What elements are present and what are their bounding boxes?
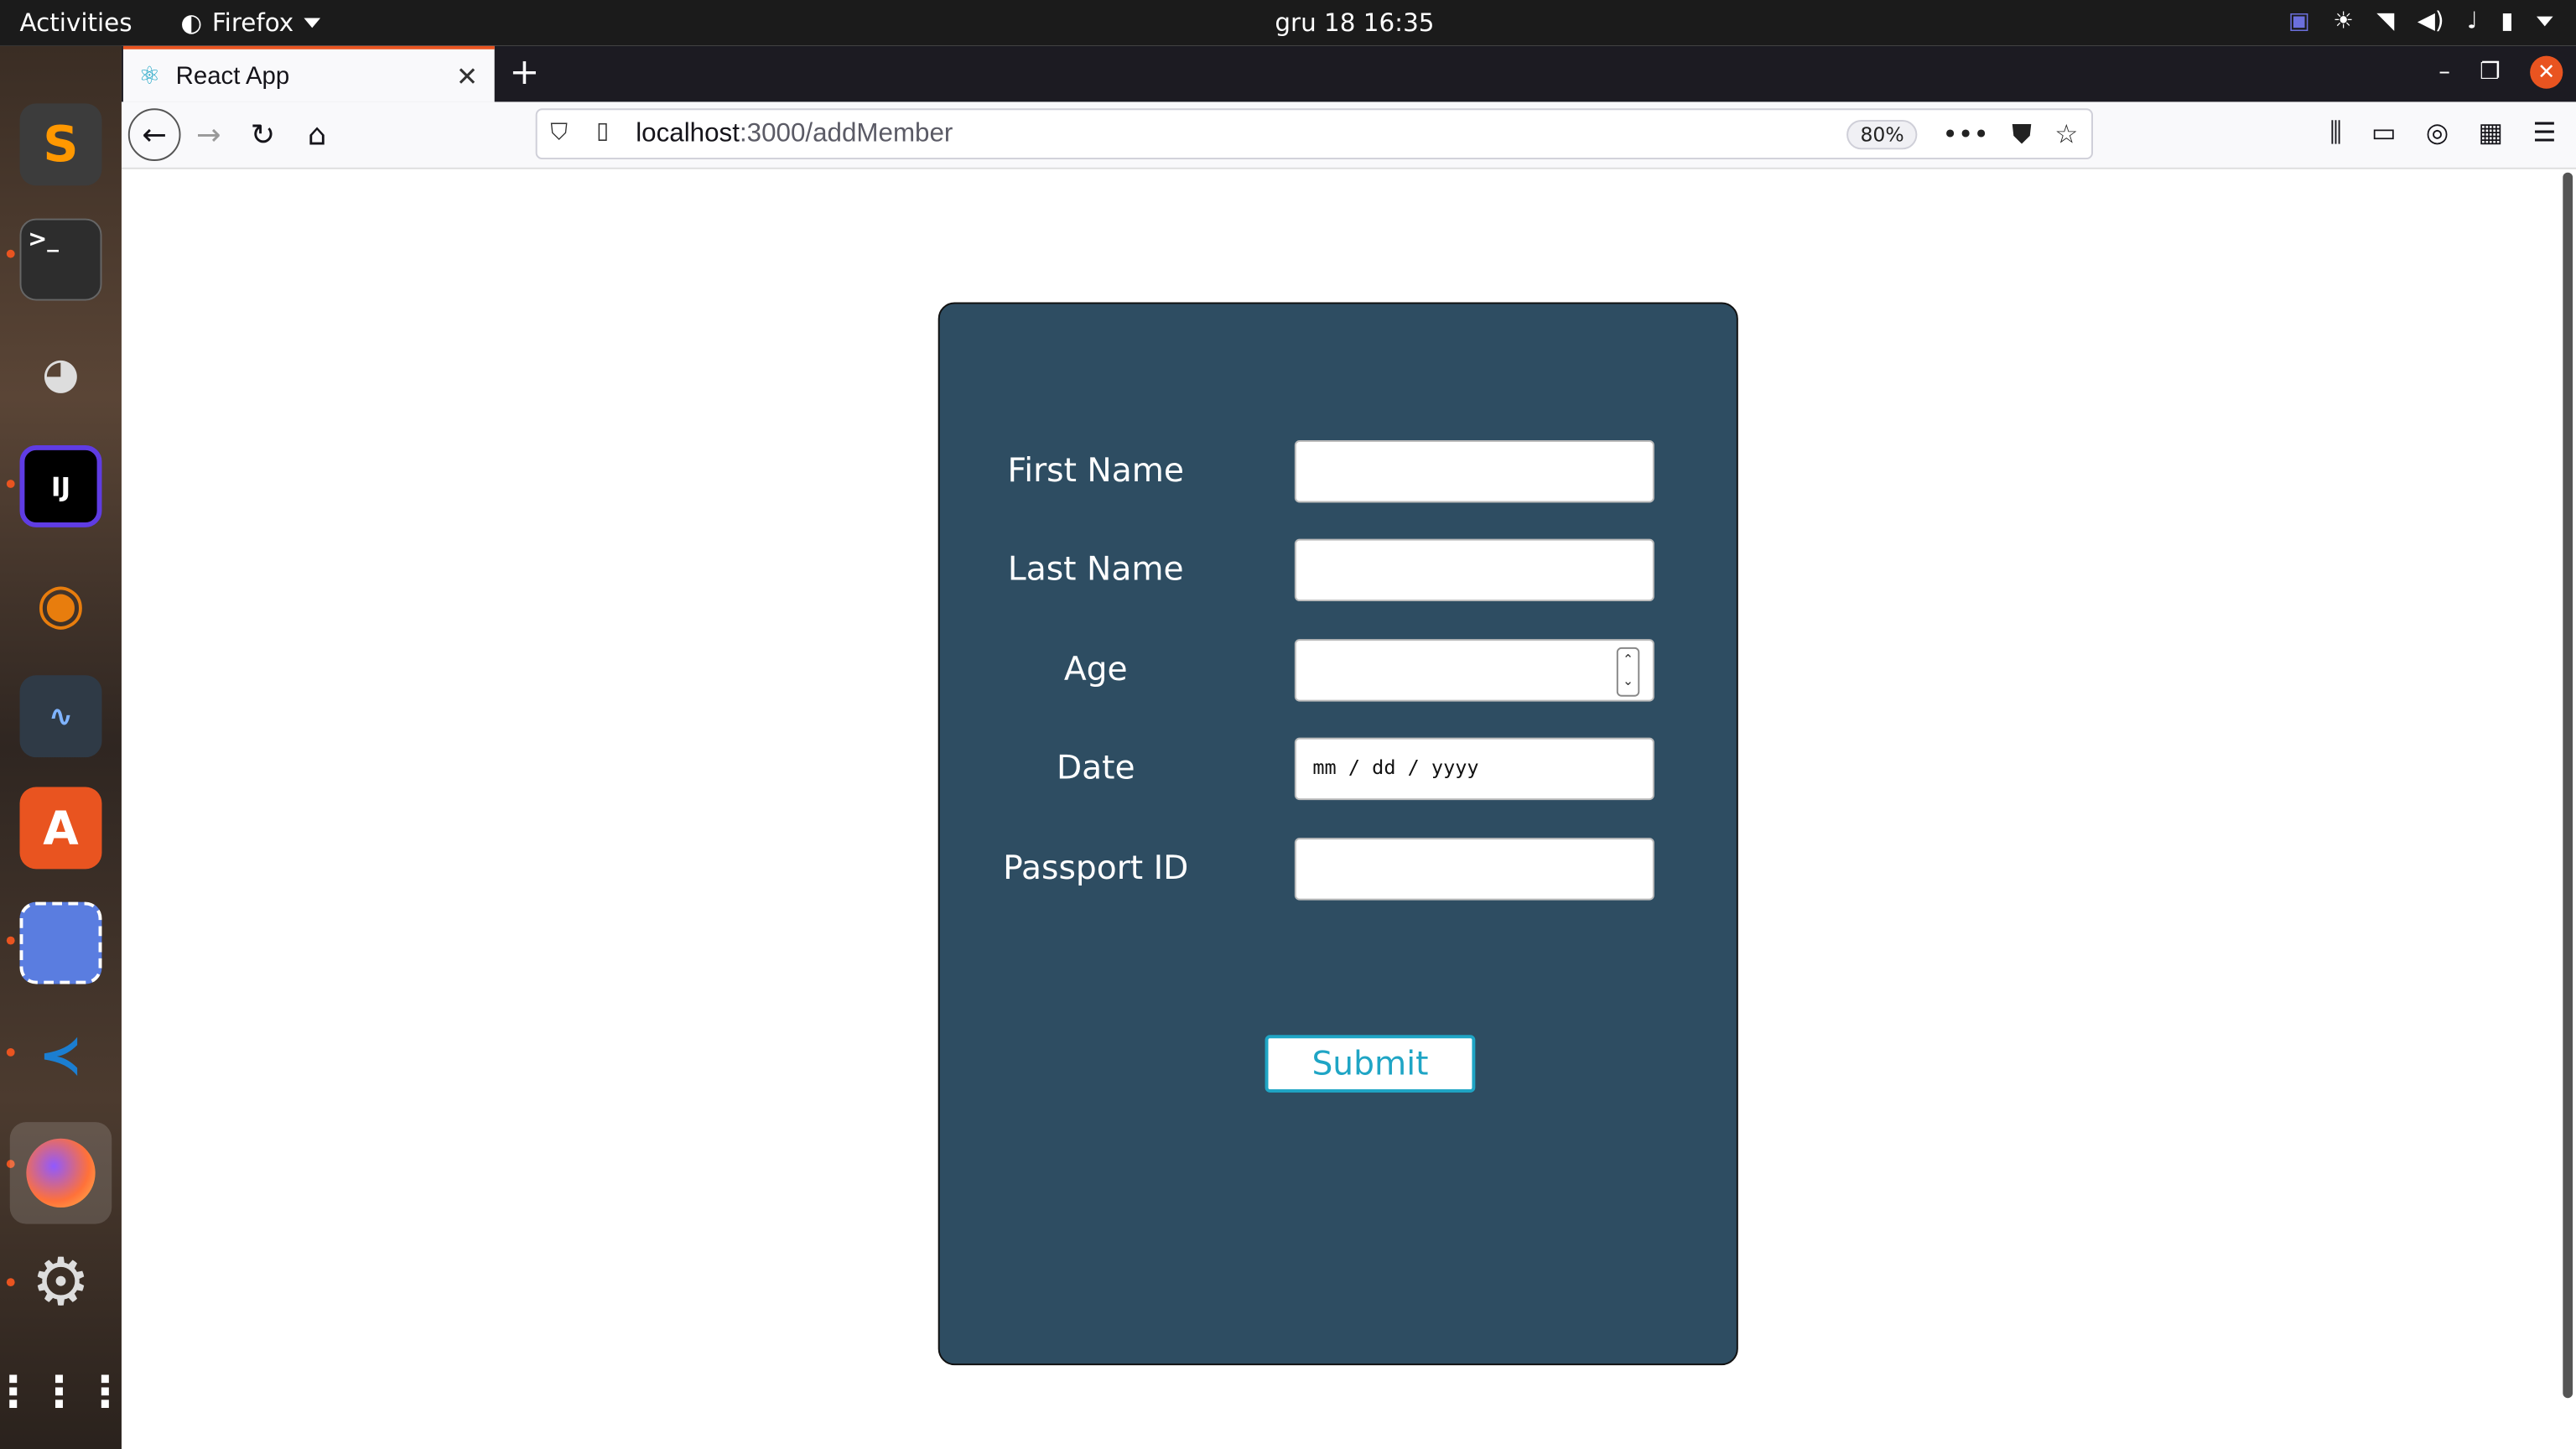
running-indicator <box>6 1278 15 1287</box>
brightness-icon[interactable]: ☀ <box>2333 8 2354 34</box>
running-indicator <box>6 1047 15 1057</box>
decrement-icon[interactable]: ⌄ <box>1618 670 1639 691</box>
menu-icon[interactable]: ☰ <box>2532 117 2556 149</box>
passport-id-input[interactable] <box>1294 838 1654 901</box>
wifi-icon[interactable]: ◥ <box>2376 8 2394 34</box>
dock: S >_ ◕ IJ ◉ ∿ A ≺ ⚙ ⋮⋮⋮ <box>0 45 127 1449</box>
last-name-label: Last Name <box>1007 548 1184 589</box>
home-button[interactable]: ⌂ <box>293 110 342 159</box>
running-indicator <box>6 936 15 945</box>
back-button[interactable]: ← <box>127 108 181 162</box>
toolbar-right: ⫼ ▭ ◎ ▦ ☰ <box>2329 117 2556 149</box>
window-controls: – ❐ ✕ <box>2438 55 2563 89</box>
tab-strip: ⚛ React App ✕ + – ❐ ✕ <box>121 45 2576 102</box>
age-row: Age ⌃ ⌄ <box>940 639 1740 702</box>
extensions-icon[interactable]: ▦ <box>2478 117 2503 149</box>
url-bar-actions: ••• ⛊ ☆ <box>1942 118 2078 151</box>
tracking-shield-icon[interactable]: ⛉ <box>550 120 568 146</box>
zoom-level-badge[interactable]: 80% <box>1846 120 1918 150</box>
system-monitor-icon[interactable]: ∿ <box>19 675 102 758</box>
first-name-label: First Name <box>1007 449 1185 490</box>
passport-id-row: Passport ID <box>940 838 1740 901</box>
running-indicator <box>6 480 15 488</box>
browser-window: ⚛ React App ✕ + – ❐ ✕ ← → ↻ ⌂ ⛉ ▯ localh… <box>121 45 2576 1449</box>
close-tab-icon[interactable]: ✕ <box>456 60 478 91</box>
date-row: Date mm / dd / yyyy <box>940 737 1740 801</box>
react-logo-icon: ⚛ <box>138 60 161 91</box>
library-icon[interactable]: ⫼ <box>2329 117 2341 149</box>
minimize-icon[interactable]: – <box>2438 60 2450 86</box>
reload-button[interactable]: ↻ <box>238 110 288 159</box>
app-grid-icon[interactable]: ⋮⋮⋮ <box>0 1352 127 1434</box>
settings-icon[interactable]: ⚙ <box>20 1242 102 1324</box>
age-label: Age <box>1063 648 1128 688</box>
close-window-icon[interactable]: ✕ <box>2530 55 2563 89</box>
last-name-row: Last Name <box>940 538 1740 602</box>
date-placeholder: mm / dd / yyyy <box>1312 756 1479 779</box>
software-center-icon[interactable]: A <box>19 787 102 870</box>
add-member-form: First Name Last Name Age ⌃ ⌄ Date mm / d… <box>937 302 1740 1366</box>
submit-button[interactable]: Submit <box>1265 1035 1476 1093</box>
chevron-down-icon[interactable] <box>2536 16 2553 27</box>
url-bar[interactable]: ⛉ ▯ localhost:3000/addMember 80% ••• ⛊ ☆ <box>535 108 2094 160</box>
pocket-icon[interactable]: ⛊ <box>2012 118 2032 151</box>
battery-icon[interactable]: ▮ <box>2501 8 2513 34</box>
url-path: :3000/addMember <box>739 120 953 148</box>
system-tray[interactable]: ▣ ☀ ◥ ◀) ♩ ▮ <box>2288 8 2553 34</box>
firefox-icon: ◐ <box>180 8 203 39</box>
vscode-icon[interactable]: ≺ <box>20 1014 102 1096</box>
chevron-down-icon <box>303 18 320 29</box>
new-tab-button[interactable]: + <box>509 53 539 94</box>
passport-id-label: Passport ID <box>1003 847 1189 887</box>
activities-button[interactable]: Activities <box>20 8 132 38</box>
last-name-input[interactable] <box>1294 538 1654 602</box>
age-input[interactable]: ⌃ ⌄ <box>1294 639 1654 702</box>
navigation-toolbar: ← → ↻ ⌂ ⛉ ▯ localhost:3000/addMember 80%… <box>121 101 2576 169</box>
age-spinner[interactable]: ⌃ ⌄ <box>1616 647 1640 697</box>
sublime-icon[interactable]: S <box>19 103 102 186</box>
firefox-dock-icon[interactable] <box>9 1122 112 1224</box>
running-indicator <box>6 249 15 258</box>
bookmark-star-icon[interactable]: ☆ <box>2054 118 2078 151</box>
app-menu-label: Firefox <box>211 8 294 39</box>
first-name-row: First Name <box>940 440 1740 503</box>
teams-icon[interactable]: ▣ <box>2288 8 2310 34</box>
page-viewport: First Name Last Name Age ⌃ ⌄ Date mm / d… <box>121 169 2576 1449</box>
intellij-icon[interactable]: IJ <box>19 444 102 527</box>
more-actions-icon[interactable]: ••• <box>1942 118 1988 151</box>
blender-icon[interactable]: ◉ <box>20 564 102 646</box>
volume-icon[interactable]: ◀) <box>2418 8 2444 34</box>
terminal-icon[interactable]: >_ <box>19 218 102 301</box>
tab-react-app[interactable]: ⚛ React App ✕ <box>122 45 495 102</box>
forward-button[interactable]: → <box>184 110 233 159</box>
first-name-input[interactable] <box>1294 440 1654 503</box>
date-input[interactable]: mm / dd / yyyy <box>1294 737 1654 801</box>
gimp-icon[interactable]: ◕ <box>20 334 102 416</box>
page-info-icon[interactable]: ▯ <box>596 118 609 144</box>
restore-icon[interactable]: ❐ <box>2480 60 2501 86</box>
vertical-scrollbar[interactable] <box>2563 172 2573 1399</box>
clock[interactable]: gru 18 16:35 <box>1275 8 1434 38</box>
increment-icon[interactable]: ⌃ <box>1618 649 1639 670</box>
date-label: Date <box>1056 747 1135 787</box>
url-text[interactable]: localhost:3000/addMember <box>636 120 953 149</box>
app-menu-firefox[interactable]: ◐ Firefox <box>181 8 320 38</box>
account-icon[interactable]: ◎ <box>2426 117 2449 149</box>
url-host: localhost <box>636 120 740 148</box>
screenshot-icon[interactable] <box>19 901 102 984</box>
sidebar-icon[interactable]: ▭ <box>2371 117 2397 149</box>
mic-icon[interactable]: ♩ <box>2467 8 2478 34</box>
tab-title: React App <box>175 61 290 90</box>
system-top-bar: Activities ◐ Firefox gru 18 16:35 ▣ ☀ ◥ … <box>0 0 2576 46</box>
